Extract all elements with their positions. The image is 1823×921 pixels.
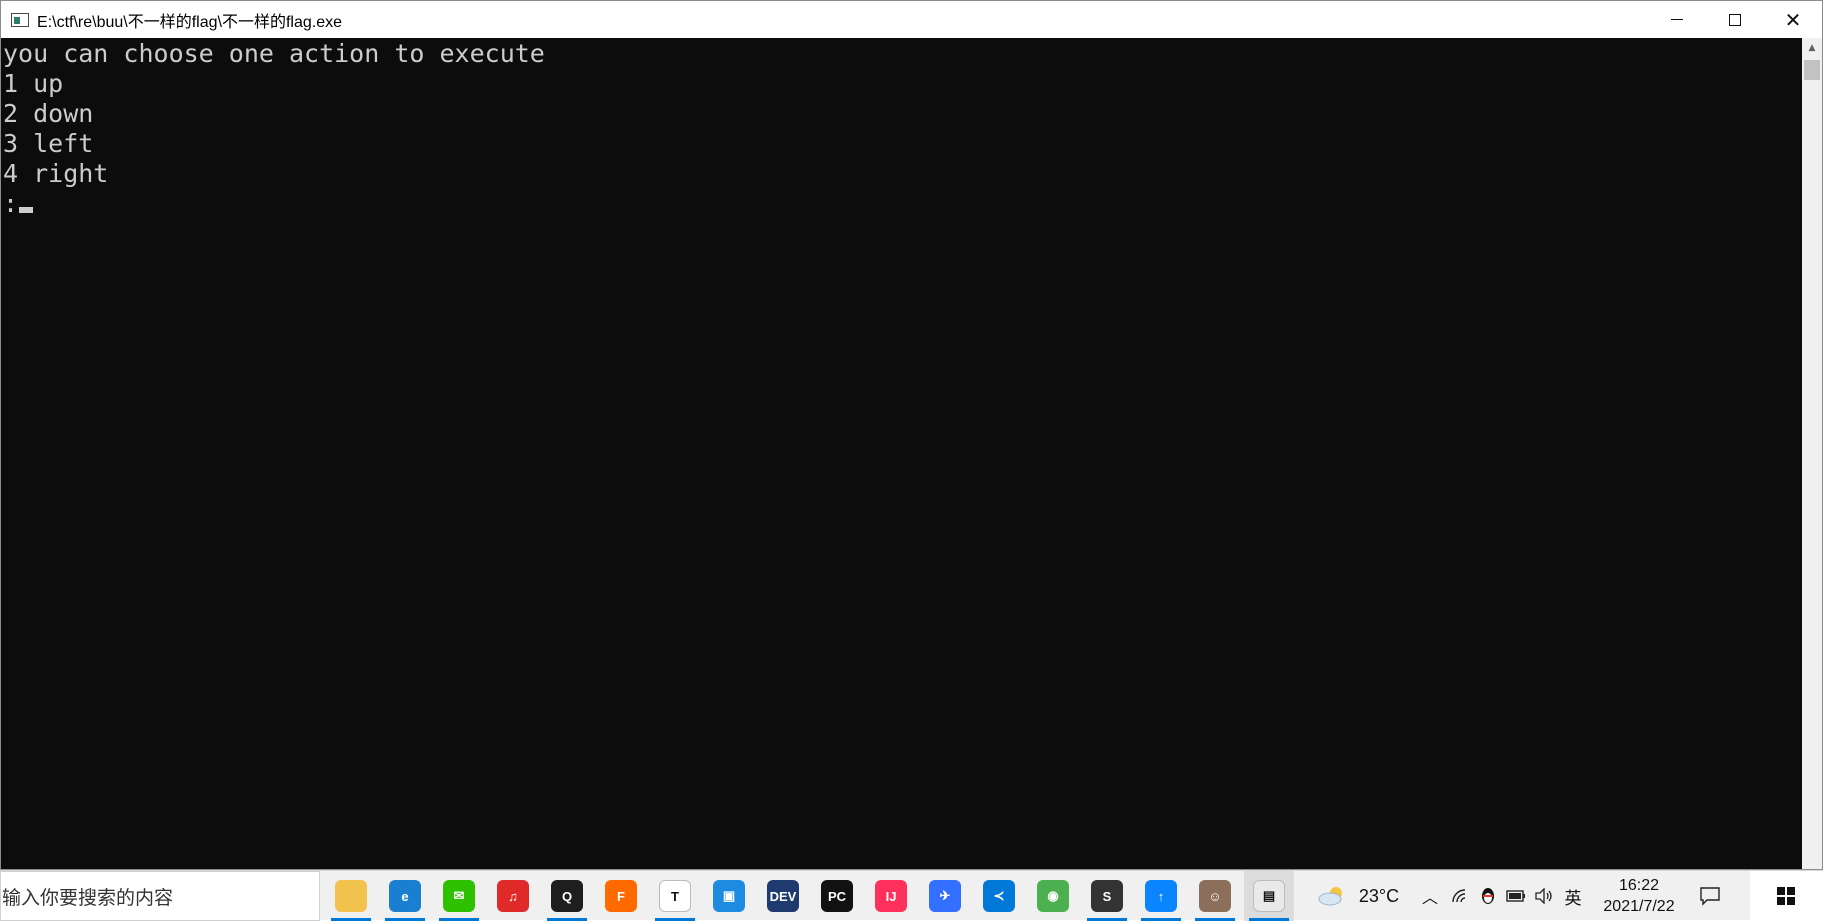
vscode-icon: ≺ bbox=[983, 880, 1015, 912]
taskbar-app-vscode[interactable]: ≺ bbox=[974, 871, 1024, 921]
dev-cpp-icon: DEV bbox=[767, 880, 799, 912]
volume-icon[interactable] bbox=[1530, 871, 1558, 921]
firefox-icon: F bbox=[605, 880, 637, 912]
console-app-icon: ▤ bbox=[1253, 880, 1285, 912]
ime-indicator[interactable]: 英 bbox=[1558, 871, 1588, 921]
message-icon bbox=[1700, 887, 1720, 906]
taskbar-app-qq[interactable]: Q bbox=[542, 871, 592, 921]
taskbar-app-edge[interactable]: e bbox=[380, 871, 430, 921]
windows-start-icon[interactable] bbox=[1766, 871, 1806, 921]
taskbar-app-wechat[interactable]: ✉ bbox=[434, 871, 484, 921]
taskbar-app-sublime-text[interactable]: S bbox=[1082, 871, 1132, 921]
close-icon: ✕ bbox=[1784, 7, 1802, 32]
close-button[interactable]: ✕ bbox=[1764, 1, 1822, 38]
penguin-icon bbox=[1482, 888, 1494, 904]
qq-tray-icon[interactable] bbox=[1474, 871, 1502, 921]
file-explorer-icon bbox=[335, 880, 367, 912]
speaker-icon bbox=[1535, 888, 1552, 904]
qq-icon: Q bbox=[551, 880, 583, 912]
weather-temperature[interactable]: 23°C bbox=[1354, 871, 1404, 921]
window-controls: ✕ bbox=[1648, 1, 1822, 38]
intellij-idea-icon: IJ bbox=[875, 880, 907, 912]
system-clock[interactable]: 16:22 2021/7/22 bbox=[1588, 871, 1690, 921]
cloud-sun-icon bbox=[1318, 887, 1342, 906]
clock-time: 16:22 bbox=[1618, 877, 1660, 894]
input-prompt[interactable]: : bbox=[3, 189, 1802, 219]
taskbar-app-vmware[interactable]: ▣ bbox=[704, 871, 754, 921]
console-output[interactable]: you can choose one action to execute 1 u… bbox=[1, 38, 1802, 869]
taskbar-app-netease-music[interactable]: ♫ bbox=[488, 871, 538, 921]
taskbar-app-dev-cpp[interactable]: DEV bbox=[758, 871, 808, 921]
taskbar-app-photo-viewer[interactable]: ☺ bbox=[1190, 871, 1240, 921]
wifi-icon bbox=[1452, 889, 1466, 903]
console-line: 4 right bbox=[3, 159, 109, 188]
netease-music-icon: ♫ bbox=[497, 880, 529, 912]
feishu-icon: ✈ bbox=[929, 880, 961, 912]
secondary-display-strip bbox=[1750, 871, 1823, 921]
title-bar[interactable]: E:\ctf\re\buu\不一样的flag\不一样的flag.exe ✕ bbox=[1, 1, 1822, 38]
search-placeholder: 输入你要搜索的内容 bbox=[2, 886, 174, 909]
windows-logo-icon bbox=[1777, 887, 1795, 905]
search-input[interactable]: 输入你要搜索的内容 bbox=[0, 871, 320, 921]
taskbar-app-firefox[interactable]: F bbox=[596, 871, 646, 921]
maximize-icon bbox=[1729, 13, 1741, 26]
console-window: E:\ctf\re\buu\不一样的flag\不一样的flag.exe ✕ yo… bbox=[0, 0, 1823, 870]
typora-icon: T bbox=[659, 880, 691, 912]
pycharm-icon: PC bbox=[821, 880, 853, 912]
taskbar-app-pycharm[interactable]: PC bbox=[812, 871, 862, 921]
console-app-icon[interactable] bbox=[11, 12, 29, 27]
power-icon bbox=[1506, 890, 1525, 902]
network-icon[interactable] bbox=[1446, 871, 1474, 921]
minimize-icon bbox=[1671, 19, 1683, 20]
scroll-up-arrow-icon[interactable]: ▲ bbox=[1802, 38, 1822, 58]
window-title: E:\ctf\re\buu\不一样的flag\不一样的flag.exe bbox=[37, 13, 342, 31]
vmware-icon: ▣ bbox=[713, 880, 745, 912]
notification-button[interactable] bbox=[1690, 871, 1730, 921]
scroll-thumb[interactable] bbox=[1804, 60, 1820, 80]
taskbar-app-typora[interactable]: T bbox=[650, 871, 700, 921]
weather-icon[interactable] bbox=[1310, 871, 1354, 921]
taskbar-app-chrome[interactable]: ◉ bbox=[1028, 871, 1078, 921]
console-line: you can choose one action to execute bbox=[3, 39, 545, 68]
prompt-symbol: : bbox=[3, 189, 19, 218]
console-line: 1 up bbox=[3, 69, 64, 98]
chevron-up-icon[interactable]: ︿ bbox=[1416, 871, 1444, 921]
clock-date: 2021/7/22 bbox=[1603, 898, 1675, 915]
battery-icon[interactable] bbox=[1502, 871, 1530, 921]
chrome-icon: ◉ bbox=[1037, 880, 1069, 912]
vertical-scrollbar[interactable]: ▲ bbox=[1802, 38, 1822, 869]
edge-icon: e bbox=[389, 880, 421, 912]
taskbar-app-upgrade-helper[interactable]: ↑ bbox=[1136, 871, 1186, 921]
taskbar-app-console-app[interactable]: ▤ bbox=[1244, 871, 1294, 921]
taskbar-app-intellij-idea[interactable]: IJ bbox=[866, 871, 916, 921]
upgrade-helper-icon: ↑ bbox=[1145, 880, 1177, 912]
console-line: 3 left bbox=[3, 129, 94, 158]
taskbar-app-file-explorer[interactable] bbox=[326, 871, 376, 921]
wechat-icon: ✉ bbox=[443, 880, 475, 912]
taskbar-app-feishu[interactable]: ✈ bbox=[920, 871, 970, 921]
text-cursor bbox=[19, 207, 34, 213]
taskbar: 输入你要搜索的内容 e ✉ ♫ Q F T ▣ DEV PC IJ ✈ ≺ ◉ S ↑ ☺ ▤ 23°C ︿ bbox=[0, 870, 1823, 921]
minimize-button[interactable] bbox=[1648, 1, 1706, 38]
maximize-button[interactable] bbox=[1706, 1, 1764, 38]
sublime-text-icon: S bbox=[1091, 880, 1123, 912]
photo-viewer-icon: ☺ bbox=[1199, 880, 1231, 912]
console-line: 2 down bbox=[3, 99, 94, 128]
